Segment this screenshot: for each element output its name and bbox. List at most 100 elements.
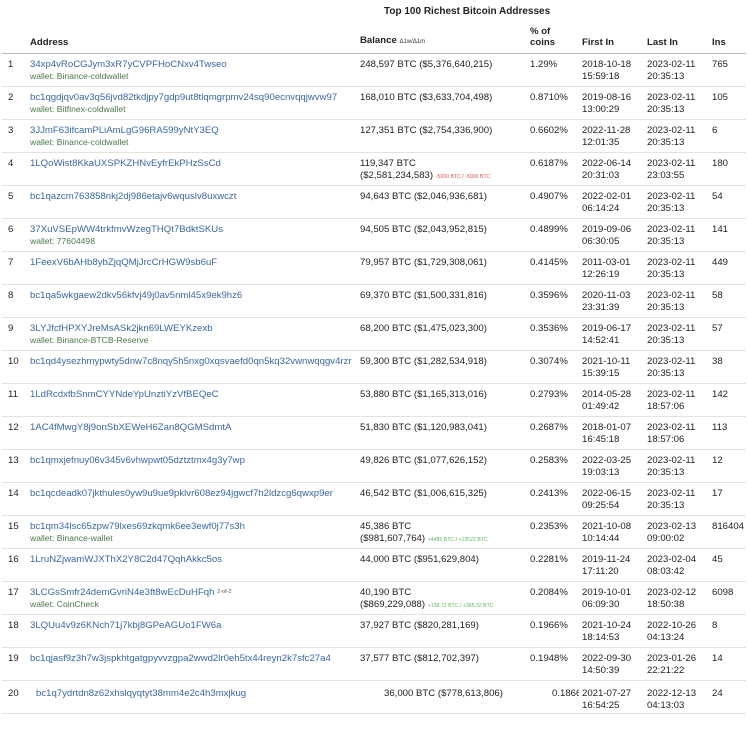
ins-cell: 24 [709, 680, 746, 714]
last-in-date: 2023-02-11 [647, 356, 696, 367]
balance-btc: 49,826 BTC [360, 455, 412, 466]
header-address[interactable]: Address [27, 24, 357, 54]
address-link[interactable]: bc1qa5wkgaew2dkv56kfvj49j0av5nml45x9ek9h… [30, 290, 242, 301]
first-in-date: 2019-06-17 [582, 323, 632, 334]
first-in-time: 01:49:42 [582, 400, 620, 412]
pct-cell: 0.3074% [527, 350, 579, 384]
last-in-date: 2023-02-11 [647, 191, 696, 202]
pct-cell: 0.2793% [527, 383, 579, 417]
balance-cell: 69,370 BTC ($1,500,331,816) [357, 284, 527, 318]
table-row: 16 1LruNZjwamWJXThX2Y8C2d47QqhAkkc5os 44,0… [2, 548, 746, 582]
address-link[interactable]: 1LruNZjwamWJXThX2Y8C2d47QqhAkkc5os [30, 554, 222, 565]
pct-cell: 0.3536% [527, 317, 579, 351]
row-rank: 1 [2, 53, 27, 87]
address-link[interactable]: bc1qjasf9z3h7w3jspkhtgatgpyvvzgpa2wwd2lr… [30, 653, 331, 664]
balance-cell: 248,597 BTC ($5,376,640,215) [357, 53, 527, 87]
address-cell: 3JJmF63ifcamPLiAmLgG96RA599yNtY3EQ wallet… [27, 119, 357, 153]
address-link[interactable]: 1LQoWist8KkaUXSPKZHNvEyfrEkPHzSsCd [30, 158, 221, 169]
last-in-time: 18:57:06 [647, 433, 685, 445]
address-link[interactable]: 34xp4vRoCGJym3xR7yCVPFHoCNxv4Twseo [30, 59, 227, 70]
address-link[interactable]: 3JJmF63ifcamPLiAmLgG96RA599yNtY3EQ [30, 125, 219, 136]
address-link[interactable]: 1AC4fMwgY8j9onSbXEWeH6Zan8QGMSdmtA [30, 422, 231, 433]
first-in-cell: 2022-11-28 12:01:35 [579, 119, 644, 153]
balance-cell: 119,347 BTC ($2,581,234,583) -5000 BTC / … [357, 152, 527, 186]
last-in-time: 08:03:42 [647, 565, 685, 577]
ins-cell: 141 [709, 218, 746, 252]
table-row: 6 37XuVSEpWW4trkfmvWzegTHQt7BdktSKUs walle… [2, 218, 746, 252]
table-row: 11 1LdRcdxfbSnmCYYNdeYpUnztiYzVfBEQeC 53,8… [2, 383, 746, 417]
last-in-cell: 2023-02-11 20:35:13 [644, 185, 709, 219]
balance-usd: ($1,282,534,918) [413, 356, 487, 367]
balance-delta-week: +138.72 BTC [427, 602, 459, 609]
address-link[interactable]: bc1q7ydrtdn8z62xhslqyqtyt38mm4e2c4h3mxjk… [36, 688, 246, 699]
address-link[interactable]: bc1qgdjqv0av3q56jvd82tkdjpy7gdp9ut8tlqmg… [30, 92, 337, 103]
pct-cell: 0.2583% [527, 449, 579, 483]
address-link[interactable]: bc1qcdeadk07jkthules0yw9u9ue9pklvr608ez9… [30, 488, 333, 499]
last-in-time: 23:03:55 [647, 169, 685, 181]
address-link[interactable]: 1FeexV6bAHb8ybZjqQMjJrcCrHGW9sb6uF [30, 257, 217, 268]
address-link[interactable]: 3LQUu4v9z6KNch71j7kbj8GPeAGUo1FW6a [30, 620, 221, 631]
header-balance[interactable]: Balance Δ1w/Δ1m [357, 24, 527, 54]
wallet-label: wallet: CoinCheck [30, 598, 99, 609]
first-in-date: 2014-05-28 [582, 389, 632, 400]
header-ins[interactable]: Ins [709, 24, 746, 54]
table-row: 18 3LQUu4v9z6KNch71j7kbj8GPeAGUo1FW6a 37,9… [2, 614, 746, 648]
address-link[interactable]: 37XuVSEpWW4trkfmvWzegTHQt7BdktSKUs [30, 224, 223, 235]
last-in-date: 2023-02-11 [647, 224, 696, 235]
last-in-date: 2023-02-11 [647, 455, 696, 466]
pct-cell: 0.4907% [527, 185, 579, 219]
table-header-row: Address Balance Δ1w/Δ1m % of coins First… [2, 24, 746, 54]
address-cell: bc1q7ydrtdn8z62xhslqyqtyt38mm4e2c4h3mxjk… [27, 680, 357, 714]
address-cell: 1AC4fMwgY8j9onSbXEWeH6Zan8QGMSdmtA [27, 416, 357, 450]
address-cell: bc1qa5wkgaew2dkv56kfvj49j0av5nml45x9ek9h… [27, 284, 357, 318]
first-in-date: 2019-10-01 [582, 587, 632, 598]
header-last-in[interactable]: Last In [644, 24, 709, 54]
address-link[interactable]: bc1qd4ysezhmypwty5dnw7c8nqy5h5nxg0xqsvae… [30, 356, 352, 367]
last-in-cell: 2023-02-11 20:35:13 [644, 53, 709, 87]
address-cell: 3LCGsSmfr24demGvriN4e3ft8wEcDuHFqh 2-of-… [27, 581, 357, 615]
row-rank: 11 [2, 383, 27, 417]
first-in-cell: 2019-10-01 06:09:30 [579, 581, 644, 615]
address-link[interactable]: 1LdRcdxfbSnmCYYNdeYpUnztiYzVfBEQeC [30, 389, 219, 400]
balance-usd: ($1,077,626,152) [413, 455, 487, 466]
table-row: 9 3LYJfcfHPXYJreMsASk2jkn69LWEYKzexb walle… [2, 317, 746, 351]
row-rank: 16 [2, 548, 27, 582]
last-in-date: 2023-02-11 [647, 488, 696, 499]
last-in-cell: 2023-02-11 18:57:06 [644, 383, 709, 417]
balance-btc: 37,927 BTC [360, 620, 412, 631]
table-row: 15 bc1qm34lsc65zpw79lxes69zkqmk6ee3ewf0j7… [2, 515, 746, 549]
last-in-date: 2023-02-11 [647, 125, 696, 136]
balance-delta-week: +4485 BTC [427, 536, 455, 543]
address-cell: 37XuVSEpWW4trkfmvWzegTHQt7BdktSKUs wallet… [27, 218, 357, 252]
ins-cell: 816404 [709, 515, 746, 549]
address-link[interactable]: 3LYJfcfHPXYJreMsASk2jkn69LWEYKzexb [30, 323, 213, 334]
first-in-cell: 2014-05-28 01:49:42 [579, 383, 644, 417]
first-in-cell: 2022-06-15 09:25:54 [579, 482, 644, 516]
table-row: 1 34xp4vRoCGJym3xR7yCVPFHoCNxv4Twseo walle… [2, 53, 746, 87]
last-in-cell: 2023-02-11 20:35:13 [644, 317, 709, 351]
balance-delta-month: / -5000 BTC [460, 173, 491, 180]
first-in-time: 15:39:15 [582, 367, 620, 379]
last-in-cell: 2023-02-11 23:03:55 [644, 152, 709, 186]
balance-usd: ($820,281,169) [413, 620, 479, 631]
header-first-in[interactable]: First In [579, 24, 644, 54]
address-link[interactable]: bc1qm34lsc65zpw79lxes69zkqmk6ee3ewf0j77s… [30, 521, 245, 532]
address-link[interactable]: 3LCGsSmfr24demGvriN4e3ft8wEcDuHFqh [30, 587, 214, 598]
address-cell: bc1qazcm763858nkj2dj986etajv6wquslv8uxwc… [27, 185, 357, 219]
balance-cell: 168,010 BTC ($3,633,704,498) [357, 86, 527, 120]
address-link[interactable]: bc1qmxjefnuy06v345v6vhwpwt05dztztmx4g3y7… [30, 455, 245, 466]
table-row: 5 bc1qazcm763858nkj2dj986etajv6wquslv8uxw… [2, 185, 746, 219]
first-in-cell: 2019-09-06 06:30:05 [579, 218, 644, 252]
ins-cell: 38 [709, 350, 746, 384]
address-link[interactable]: bc1qazcm763858nkj2dj986etajv6wquslv8uxwc… [30, 191, 236, 202]
balance-cell: 94,505 BTC ($2,043,952,815) [357, 218, 527, 252]
last-in-date: 2023-02-11 [647, 389, 696, 400]
header-pct[interactable]: % of coins [527, 24, 579, 54]
ins-cell: 14 [709, 647, 746, 681]
first-in-time: 17:11:20 [582, 565, 619, 577]
address-cell: 3LQUu4v9z6KNch71j7kbj8GPeAGUo1FW6a [27, 614, 357, 648]
first-in-date: 2021-10-08 [582, 521, 632, 532]
balance-cell: 68,200 BTC ($1,475,023,300) [357, 317, 527, 351]
balance-btc: 36,000 BTC [384, 688, 436, 699]
header-balance-delta: Δ1w/Δ1m [399, 39, 426, 45]
